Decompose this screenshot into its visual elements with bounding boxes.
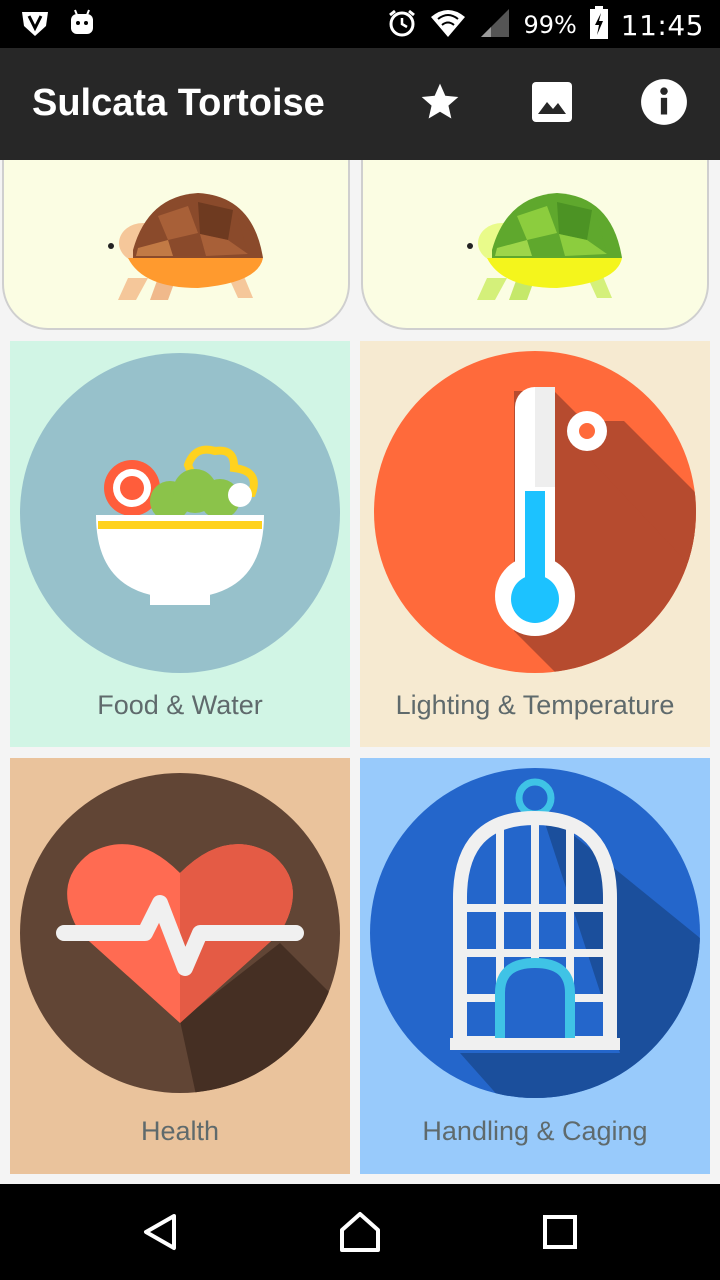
home-button[interactable] xyxy=(338,1212,382,1256)
tile-handling-caging[interactable]: Handling & Caging xyxy=(360,758,710,1174)
battery-percent: 99% xyxy=(523,11,577,39)
heart-pulse-icon xyxy=(20,773,340,1093)
back-button[interactable] xyxy=(138,1212,182,1256)
app-bar: Sulcata Tortoise xyxy=(0,48,720,160)
favorite-button[interactable] xyxy=(414,78,466,130)
tile-label: Health xyxy=(140,1116,220,1146)
tile-health[interactable]: Health xyxy=(10,758,350,1174)
thermometer-icon xyxy=(374,351,696,673)
tortoise-card-brown[interactable] xyxy=(2,160,350,330)
android-icon xyxy=(68,8,96,42)
alarm-icon xyxy=(387,8,417,42)
tile-lighting-temperature[interactable]: Lighting & Temperature xyxy=(360,341,710,747)
image-icon xyxy=(528,78,576,130)
navigation-bar xyxy=(0,1184,720,1280)
cage-icon xyxy=(370,768,700,1098)
content-scroll[interactable]: Food & Water Lighting & Temperature Heal… xyxy=(0,160,720,1184)
recents-button[interactable] xyxy=(538,1212,582,1256)
gallery-button[interactable] xyxy=(526,78,578,130)
tortoise-card-green[interactable] xyxy=(361,160,709,330)
recents-icon xyxy=(540,1212,580,1256)
status-bar: 99% 11:45 xyxy=(0,0,720,48)
battery-charging-icon xyxy=(589,6,609,44)
shield-icon xyxy=(20,8,50,42)
home-icon xyxy=(338,1210,382,1258)
tile-label: Food & Water xyxy=(97,690,263,720)
tile-food-water[interactable]: Food & Water xyxy=(10,341,350,747)
wifi-icon xyxy=(429,7,467,43)
signal-icon xyxy=(479,7,511,43)
info-button[interactable] xyxy=(638,78,690,130)
star-icon xyxy=(418,80,462,128)
clock: 11:45 xyxy=(620,8,704,42)
back-icon xyxy=(140,1212,180,1256)
food-bowl-icon xyxy=(20,353,340,673)
info-icon xyxy=(639,77,689,131)
tile-label: Lighting & Temperature xyxy=(395,690,675,720)
tile-label: Handling & Caging xyxy=(422,1116,648,1146)
app-title: Sulcata Tortoise xyxy=(32,82,325,124)
